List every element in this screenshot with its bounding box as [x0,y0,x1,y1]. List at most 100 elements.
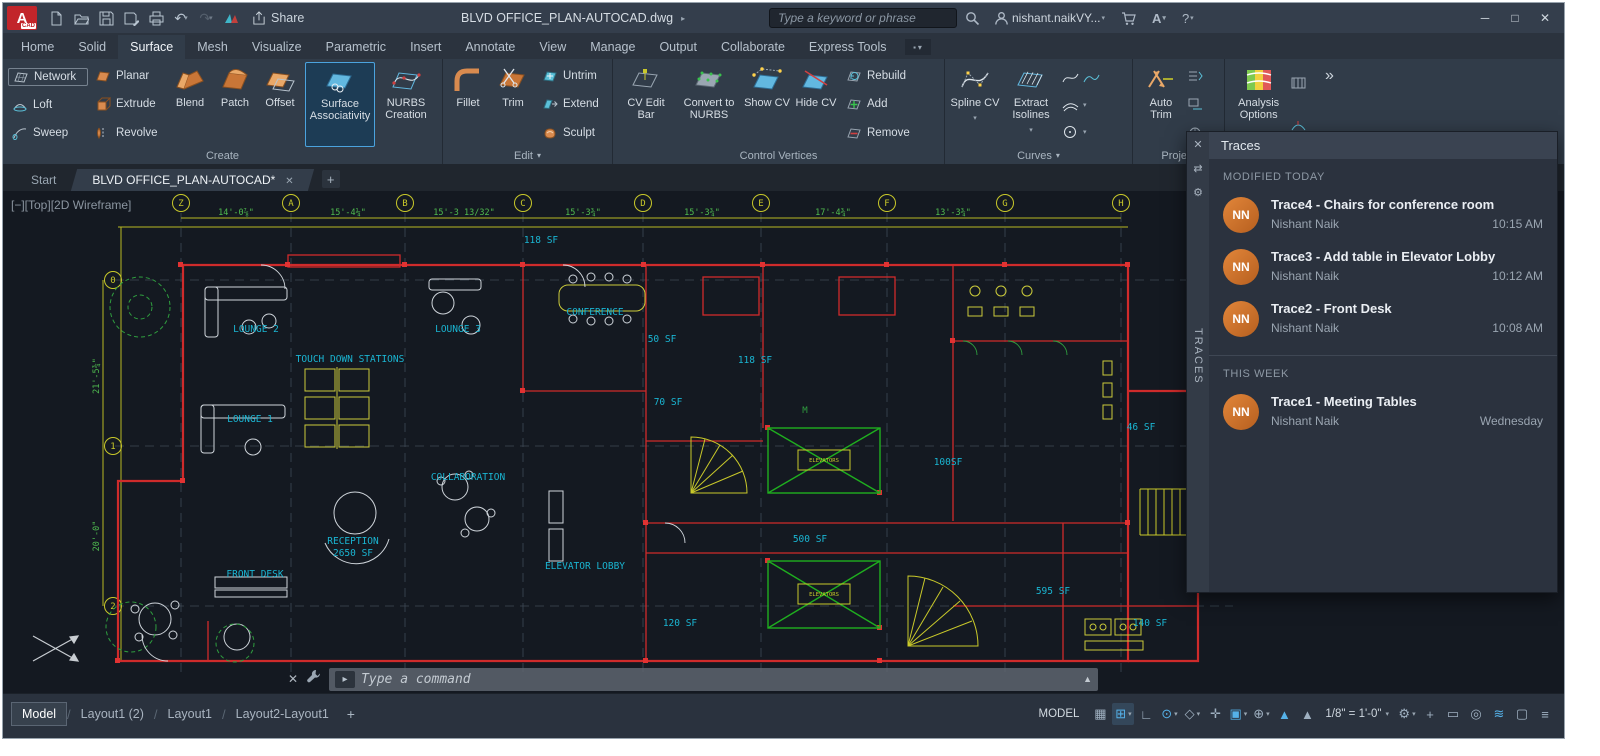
tab-collaborate[interactable]: Collaborate [709,35,797,59]
open-folder-icon[interactable] [70,7,92,29]
command-history-icon[interactable]: ▲ [1083,674,1092,684]
traces-close-icon[interactable]: ✕ [1193,138,1202,151]
blend-curve-icon[interactable] [1083,71,1100,85]
new-file-icon[interactable] [45,7,67,29]
trace-item[interactable]: NN Trace4 - Chairs for conference room N… [1209,189,1557,241]
trace-item[interactable]: NN Trace1 - Meeting Tables Nishant NaikW… [1209,386,1557,438]
minimize-button[interactable]: ─ [1470,3,1500,33]
graphics-performance-icon[interactable]: ≋ [1488,703,1510,725]
tab-mesh[interactable]: Mesh [185,35,240,59]
spline-fit-icon[interactable] [1062,71,1079,85]
untrim-button[interactable]: Untrim [538,68,604,84]
autocad-logo[interactable]: ACAD [7,6,37,30]
model-space-button[interactable]: MODEL [1030,705,1089,723]
command-close-icon[interactable]: ✕ [288,672,298,686]
sculpt-button[interactable]: Sculpt [538,125,604,141]
tab-parametric[interactable]: Parametric [314,35,398,59]
new-drawing-tab-icon[interactable]: + [322,170,340,188]
tab-annotate[interactable]: Annotate [453,35,527,59]
hide-cv-button[interactable]: Hide CV [793,62,839,147]
command-prompt-icon[interactable]: ▸ [335,671,355,688]
tab-surface[interactable]: Surface [118,35,185,59]
undo-icon[interactable]: ↶▾ [170,7,192,29]
autodesk-apps[interactable]: A▾ [1152,11,1166,26]
ribbon-options-icon[interactable]: ▪▾ [905,39,931,55]
polar-tracking-icon[interactable]: ⊙▾ [1158,703,1180,725]
isodraft-icon[interactable]: ◇▾ [1181,703,1203,725]
object-snap-icon[interactable]: ▣▾ [1227,703,1249,725]
tab-output[interactable]: Output [647,35,709,59]
search-input[interactable] [778,11,948,25]
planar-button[interactable]: Planar [91,68,165,84]
extrude-button[interactable]: Extrude [91,96,165,112]
traces-properties-icon[interactable]: ⚙ [1193,186,1203,199]
extract-isolines-button[interactable]: Extract Isolines▾ [1003,62,1059,147]
isolate-objects-icon[interactable]: ◎ [1465,703,1487,725]
snap-mode-icon[interactable]: ⊞▾ [1112,703,1134,725]
command-input[interactable] [361,672,1077,687]
user-account[interactable]: nishant.naikVY... ▾ [994,11,1105,26]
file-tab-start[interactable]: Start [13,169,74,191]
spline-cv-button[interactable]: Spline CV▾ [950,62,1000,147]
grid-display-icon[interactable]: ▦ [1089,703,1111,725]
panel-label-create[interactable]: Create [3,147,442,164]
tab-home[interactable]: Home [9,35,66,59]
file-tab-document[interactable]: BLVD OFFICE_PLAN-AUTOCAD*✕ [74,169,311,191]
command-input-bar[interactable]: ▸ ▲ [329,668,1098,691]
show-cv-button[interactable]: Show CV [744,62,790,147]
save-icon[interactable] [95,7,117,29]
tab-manage[interactable]: Manage [578,35,647,59]
layout-tab-model[interactable]: Model [11,702,67,726]
traces-autohide-icon[interactable]: ⇄ [1193,162,1202,175]
blend-button[interactable]: Blend [168,62,212,147]
sweep-button[interactable]: Sweep [8,125,88,141]
circle-tool-caret-icon[interactable]: ▾ [1083,128,1087,136]
layout-tab-layout1[interactable]: Layout1 [158,703,222,725]
search-icon[interactable] [965,11,980,26]
maximize-button[interactable]: □ [1500,3,1530,33]
plot-icon[interactable] [145,7,167,29]
tab-express-tools[interactable]: Express Tools [797,35,899,59]
extend-button[interactable]: Extend [538,96,604,112]
annotation-add-icon[interactable]: + [1419,703,1441,725]
annotation-scale-button[interactable]: 1/8" = 1'-0"▾ [1319,708,1395,720]
auto-trim-button[interactable]: Auto Trim [1138,62,1184,147]
annotation-visibility-icon[interactable]: ▲ [1273,703,1295,725]
save-as-icon[interactable] [120,7,142,29]
surface-associativity-button[interactable]: Surface Associativity [305,62,375,147]
viewport-controls[interactable]: [−][Top][2D Wireframe] [11,198,131,212]
new-layout-icon[interactable]: + [347,706,355,722]
rebuild-button[interactable]: Rebuild [842,68,906,84]
cv-edit-bar-button[interactable]: CV Edit Bar [618,62,674,147]
object-snap-tracking-icon[interactable]: ✛ [1204,703,1226,725]
offset-curve-icon[interactable] [1062,98,1079,112]
tab-solid[interactable]: Solid [66,35,118,59]
nurbs-creation-button[interactable]: NURBS Creation [378,62,434,147]
share-button[interactable]: Share [252,11,304,25]
redo-icon[interactable]: ↷▾ [195,7,217,29]
trace-item[interactable]: NN Trace2 - Front Desk Nishant Naik10:08… [1209,293,1557,345]
zebra-analysis-icon[interactable] [1290,76,1307,90]
convert-to-nurbs-button[interactable]: Convert to NURBS [677,62,741,147]
project-view-icon[interactable] [1187,97,1204,111]
compare-icon[interactable] [220,7,242,29]
trace-item[interactable]: NN Trace3 - Add table in Elevator Lobby … [1209,241,1557,293]
close-button[interactable]: ✕ [1530,3,1560,33]
trim-button[interactable]: Trim [491,62,535,147]
panel-label-control-vertices[interactable]: Control Vertices [613,147,944,164]
revolve-button[interactable]: Revolve [91,125,165,141]
customize-icon[interactable]: ≡ [1534,703,1556,725]
panel-label-edit[interactable]: Edit▾ [443,147,612,164]
add-button[interactable]: Add [842,96,906,112]
circle-tool-icon[interactable] [1062,125,1079,139]
cart-icon[interactable] [1121,11,1136,26]
file-tab-close-icon[interactable]: ✕ [285,176,293,187]
annotation-autoscale-icon[interactable]: ▲ [1296,703,1318,725]
project-geometry-icon[interactable] [1187,69,1204,83]
remove-button[interactable]: Remove [842,125,906,141]
command-customize-icon[interactable] [306,669,321,689]
tab-view[interactable]: View [527,35,578,59]
tab-insert[interactable]: Insert [398,35,453,59]
workspace-switching-icon[interactable]: ⚙▾ [1396,703,1418,725]
loft-button[interactable]: Loft [8,97,88,113]
